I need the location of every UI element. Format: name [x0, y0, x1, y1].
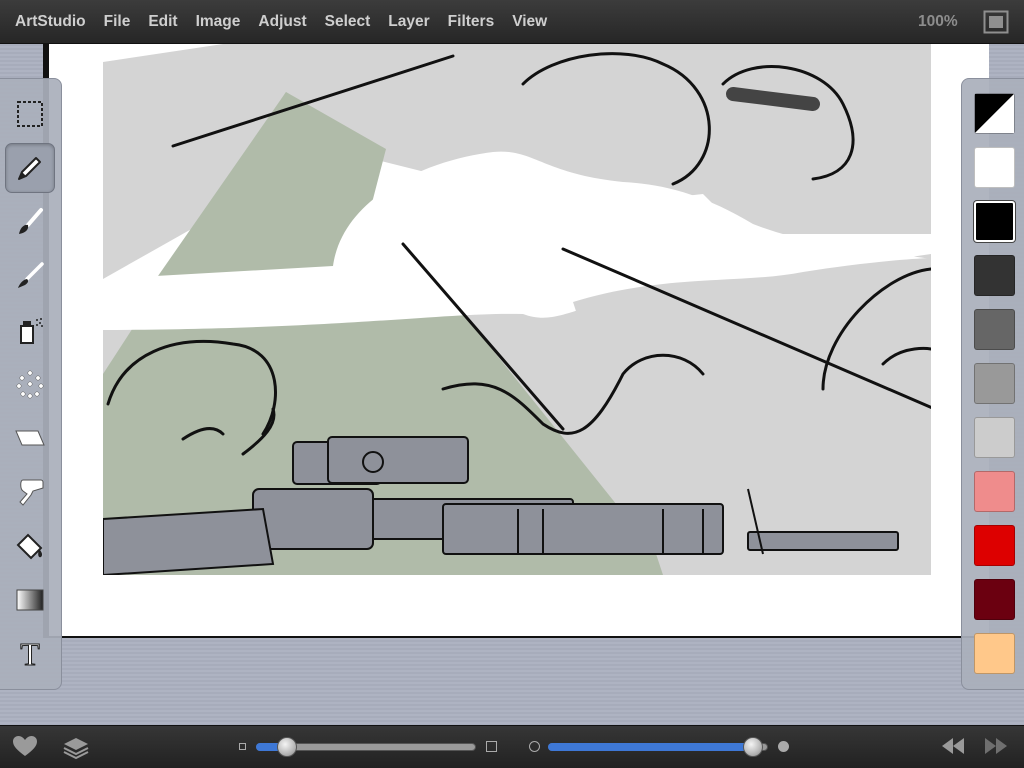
eraser-tool[interactable]: [5, 413, 55, 463]
bottom-toolbar: [0, 725, 1024, 768]
paint-bucket-icon: [16, 533, 43, 560]
menu-adjust[interactable]: Adjust: [249, 0, 315, 44]
artwork: [103, 44, 931, 575]
drawing-canvas[interactable]: [43, 44, 989, 637]
color-panel: [961, 78, 1024, 690]
opacity-slider-fill: [548, 743, 753, 751]
brush-icon: [19, 208, 43, 234]
color-split-icon: [975, 94, 1014, 133]
color-swatch[interactable]: [974, 147, 1015, 188]
color-swatch[interactable]: [974, 201, 1015, 242]
tool-panel: T: [0, 78, 62, 690]
menu-file[interactable]: File: [95, 0, 140, 44]
color-swatch[interactable]: [974, 633, 1015, 674]
layers-icon[interactable]: [62, 733, 90, 766]
zoom-level[interactable]: 100%: [918, 0, 958, 44]
selection-tool[interactable]: [5, 89, 55, 139]
text-icon: T: [20, 636, 41, 672]
marquee-icon: [17, 101, 43, 127]
fullscreen-icon[interactable]: [983, 10, 1009, 34]
size-slider-knob[interactable]: [276, 737, 297, 757]
size-small-icon: [239, 743, 246, 750]
fill-tool[interactable]: [5, 521, 55, 571]
fast-forward-icon[interactable]: [984, 737, 1008, 760]
color-swatch[interactable]: [974, 417, 1015, 458]
brush-tool[interactable]: [5, 197, 55, 247]
blur-icon: [19, 479, 44, 506]
smudge-tool[interactable]: [5, 251, 55, 301]
dots-icon: [16, 370, 44, 399]
menu-view[interactable]: View: [503, 0, 556, 44]
spray-tool[interactable]: [5, 305, 55, 355]
opacity-low-icon: [529, 741, 540, 752]
eraser-icon: [15, 430, 45, 446]
text-tool[interactable]: T: [5, 629, 55, 679]
opacity-high-icon: [778, 741, 789, 752]
pencil-tool[interactable]: [5, 143, 55, 193]
spray-can-icon: [20, 318, 43, 344]
opacity-slider-knob[interactable]: [742, 737, 763, 757]
rewind-icon[interactable]: [941, 737, 965, 760]
gradient-tool[interactable]: [5, 575, 55, 625]
color-swatch[interactable]: [974, 525, 1015, 566]
primary-secondary-color[interactable]: [974, 93, 1015, 134]
color-swatch[interactable]: [974, 579, 1015, 620]
menu-filters[interactable]: Filters: [439, 0, 504, 44]
app-name[interactable]: ArtStudio: [0, 0, 95, 44]
canvas-bottom-edge: [43, 636, 989, 638]
gradient-icon: [16, 589, 44, 611]
color-swatch[interactable]: [974, 471, 1015, 512]
scatter-tool[interactable]: [5, 359, 55, 409]
menu-select[interactable]: Select: [316, 0, 380, 44]
heart-icon[interactable]: [12, 735, 38, 762]
blur-tool[interactable]: [5, 467, 55, 517]
menu-layer[interactable]: Layer: [379, 0, 438, 44]
color-swatch[interactable]: [974, 255, 1015, 296]
color-swatch[interactable]: [974, 309, 1015, 350]
smudge-icon: [18, 262, 44, 288]
pencil-icon: [18, 157, 41, 180]
size-large-icon: [486, 741, 497, 752]
menu-edit[interactable]: Edit: [139, 0, 186, 44]
color-swatch[interactable]: [974, 363, 1015, 404]
menu-bar: ArtStudio File Edit Image Adjust Select …: [0, 0, 1024, 44]
menu-image[interactable]: Image: [187, 0, 250, 44]
